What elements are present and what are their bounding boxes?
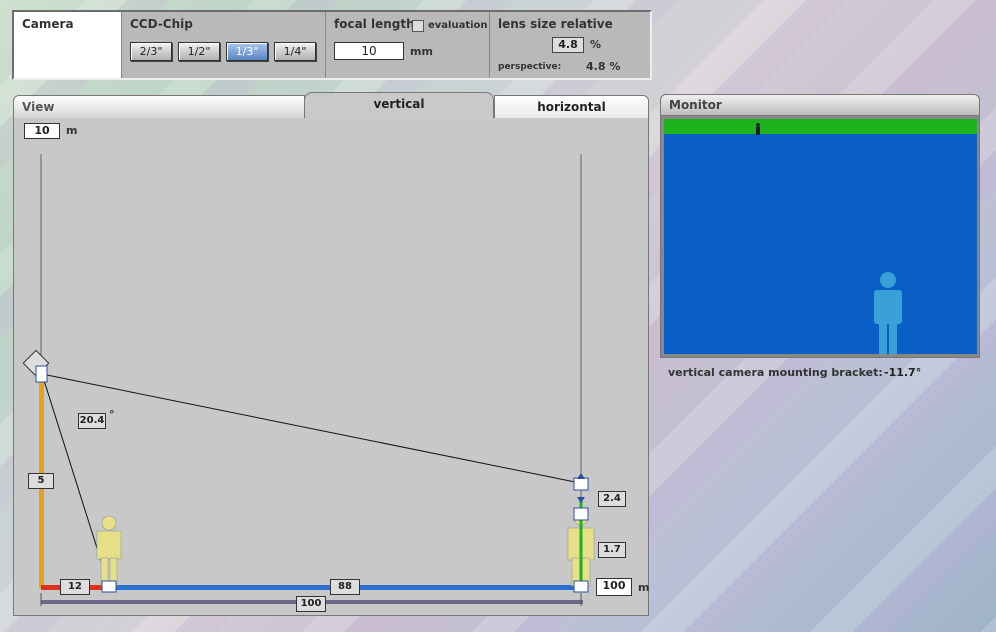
far-distance-input[interactable]: 100 xyxy=(596,578,632,596)
lens-size-title: lens size relative xyxy=(498,17,613,31)
monitor-header: Monitor xyxy=(660,94,980,116)
ccd-chip-title: CCD-Chip xyxy=(130,17,193,31)
chip-button-2-3[interactable]: 2/3" xyxy=(130,42,172,61)
focal-length-title: focal length xyxy=(334,17,415,31)
view-header: View xyxy=(13,95,305,119)
top-toolbar: Camera CCD-Chip 2/3" 1/2" 1/3" 1/4" foca… xyxy=(12,10,652,80)
upper-height-marker xyxy=(573,477,589,491)
top-distance-input[interactable]: 10 xyxy=(24,123,60,139)
lens-size-unit: % xyxy=(590,38,602,51)
tab-vertical[interactable]: vertical xyxy=(304,92,494,119)
angle-value: 20.4 xyxy=(78,413,106,429)
focal-length-input[interactable]: 10 xyxy=(334,42,404,60)
upper-view-ray xyxy=(41,373,581,484)
monitor-screen xyxy=(664,119,977,354)
chip-button-1-2[interactable]: 1/2" xyxy=(178,42,220,61)
focal-unit: mm xyxy=(410,45,433,58)
bracket-label: vertical camera mounting bracket: xyxy=(668,366,883,379)
person-height-value[interactable]: 1.7 xyxy=(598,542,626,558)
upper-height-value[interactable]: 2.4 xyxy=(598,491,626,507)
camera-marker xyxy=(35,365,48,383)
lens-size-value: 4.8 xyxy=(552,37,584,53)
monitor-near-person xyxy=(874,272,902,354)
top-distance-unit: m xyxy=(66,124,78,137)
tab-horizontal[interactable]: horizontal xyxy=(494,95,649,119)
mid-arrow xyxy=(577,497,585,503)
near-distance-value: 12 xyxy=(60,579,90,595)
evaluation-label: evaluation xyxy=(428,20,488,31)
camera-height-value[interactable]: 5 xyxy=(28,473,54,489)
monitor-far-person xyxy=(756,123,760,135)
view-panel: 10 m 20.4 ° 5 12 88 100 m 100 2.4 1.7 xyxy=(13,118,649,616)
far-ground-marker xyxy=(573,580,589,593)
person-height-marker xyxy=(573,507,589,521)
vertical-view-scene xyxy=(22,154,595,606)
perspective-value: 4.8 % xyxy=(586,60,621,73)
bracket-value: -11.7° xyxy=(884,366,922,379)
mid-distance-value: 88 xyxy=(330,579,360,595)
focal-length-section: focal length evaluation 10 mm xyxy=(326,12,490,78)
evaluation-checkbox[interactable] xyxy=(412,20,424,32)
angle-unit: ° xyxy=(109,408,115,421)
ccd-chip-section: CCD-Chip 2/3" 1/2" 1/3" 1/4" xyxy=(122,12,326,78)
camera-title: Camera xyxy=(22,17,74,31)
far-distance-unit: m xyxy=(638,581,650,594)
chip-button-1-3[interactable]: 1/3" xyxy=(226,42,268,61)
upper-arrow xyxy=(577,473,585,479)
total-distance-value: 100 xyxy=(296,596,326,612)
monitor-scene xyxy=(756,123,902,354)
chip-button-1-4[interactable]: 1/4" xyxy=(274,42,316,61)
near-person-figure xyxy=(96,515,122,587)
camera-section: Camera xyxy=(14,12,122,78)
lens-size-section: lens size relative 4.8 % perspective: 4.… xyxy=(490,12,650,78)
monitor-frame xyxy=(660,115,980,358)
perspective-label: perspective: xyxy=(498,62,562,72)
near-ground-marker xyxy=(101,580,117,593)
